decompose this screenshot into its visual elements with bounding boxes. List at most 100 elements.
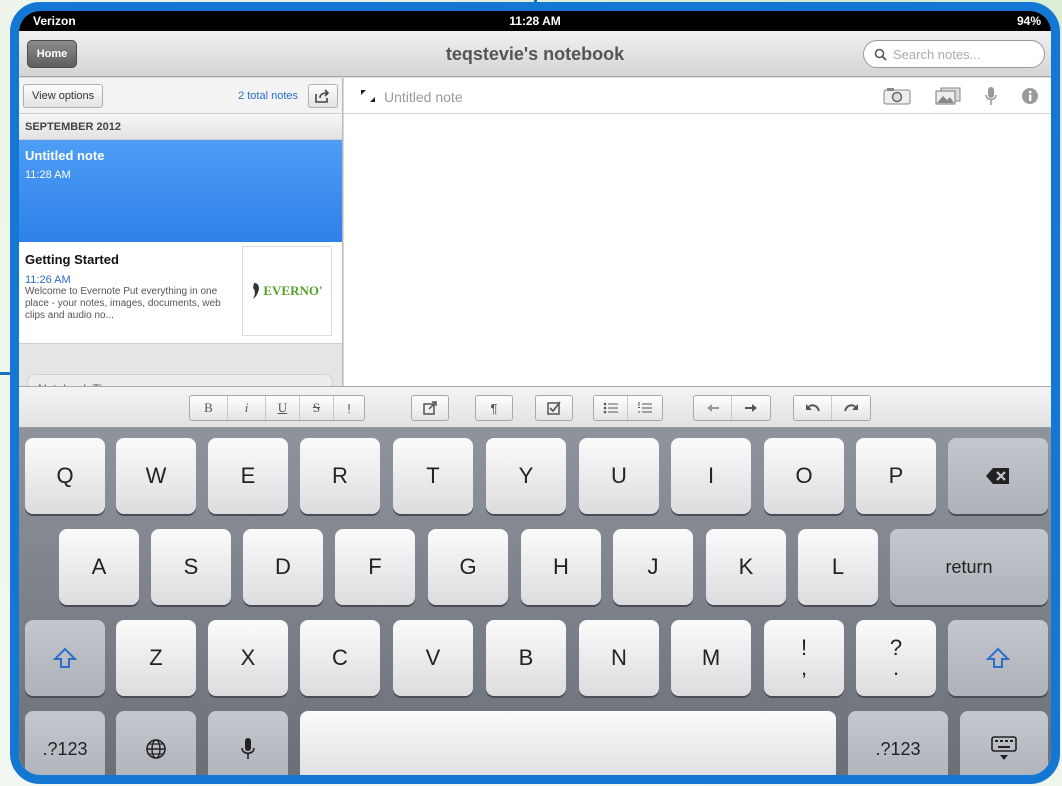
key-b[interactable]: B	[486, 620, 566, 696]
strikethrough-button[interactable]: S	[300, 396, 334, 420]
key-d[interactable]: D	[243, 529, 323, 605]
formatting-toolbar: B i U S ! ¶	[19, 386, 1051, 428]
key-o[interactable]: O	[764, 438, 844, 514]
microphone-icon[interactable]	[985, 86, 997, 106]
key-y[interactable]: Y	[486, 438, 566, 514]
note-snippet: Welcome to Evernote Put everything in on…	[25, 286, 221, 321]
key-a[interactable]: A	[59, 529, 139, 605]
key-u[interactable]: U	[579, 438, 659, 514]
bullet-list-icon	[603, 402, 618, 414]
key-r[interactable]: R	[300, 438, 380, 514]
undo-icon	[805, 404, 820, 412]
key-x[interactable]: X	[208, 620, 288, 696]
key-n[interactable]: N	[579, 620, 659, 696]
key-t[interactable]: T	[393, 438, 473, 514]
underline-button[interactable]: U	[266, 396, 300, 420]
evernote-logo-icon	[253, 283, 260, 299]
note-title-field[interactable]: Untitled note	[384, 89, 463, 105]
search-icon	[874, 48, 887, 61]
key-f[interactable]: F	[335, 529, 415, 605]
numbered-list-icon	[638, 402, 652, 413]
key-l[interactable]: L	[798, 529, 878, 605]
indent-button[interactable]	[732, 396, 770, 420]
link-out-icon	[423, 401, 437, 415]
key-z[interactable]: Z	[116, 620, 196, 696]
notebook-tips-item[interactable]: Notebook Tips	[27, 374, 333, 386]
key-q[interactable]: Q	[25, 438, 105, 514]
note-time: 11:26 AM	[25, 274, 71, 286]
dismiss-keyboard-key[interactable]	[960, 711, 1048, 775]
key-j[interactable]: J	[613, 529, 693, 605]
key-exclaim-comma[interactable]: ! ,	[764, 620, 844, 696]
search-placeholder: Search notes...	[893, 46, 981, 62]
device-frame: Verizon 11:28 AM 94% Home teqstevie's no…	[10, 2, 1060, 784]
shift-key-right[interactable]	[948, 620, 1048, 696]
note-title: Untitled note	[25, 148, 105, 163]
numbers-key-left[interactable]: .?123	[25, 711, 105, 775]
note-title: Getting Started	[25, 252, 119, 267]
search-input[interactable]: Search notes...	[863, 40, 1045, 68]
highlight-button[interactable]: !	[334, 396, 364, 420]
key-k[interactable]: K	[706, 529, 786, 605]
editor-actions	[883, 86, 1039, 106]
key-i[interactable]: I	[671, 438, 751, 514]
globe-key[interactable]	[116, 711, 196, 775]
bold-button[interactable]: B	[190, 396, 228, 420]
share-button[interactable]	[308, 84, 338, 108]
shift-key-left[interactable]	[25, 620, 105, 696]
microphone-icon	[241, 738, 255, 759]
redo-button[interactable]	[832, 396, 870, 420]
key-p[interactable]: P	[856, 438, 936, 514]
key-w[interactable]: W	[116, 438, 196, 514]
backspace-icon	[986, 468, 1009, 484]
notes-sidebar: View options 2 total notes SEPTEMBER 201…	[19, 78, 343, 386]
info-icon[interactable]	[1021, 87, 1039, 105]
undo-button[interactable]	[794, 396, 832, 420]
key-v[interactable]: V	[393, 620, 473, 696]
italic-button[interactable]: i	[228, 396, 266, 420]
view-options-button[interactable]: View options	[23, 84, 104, 108]
shift-icon	[53, 647, 77, 668]
return-key[interactable]: return	[890, 529, 1048, 605]
arrow-right-icon	[745, 404, 757, 412]
photo-library-icon[interactable]	[935, 87, 961, 105]
key-e[interactable]: E	[208, 438, 288, 514]
checkbox-group	[535, 395, 573, 421]
text-style-group: B i U S !	[189, 395, 365, 421]
key-m[interactable]: M	[671, 620, 751, 696]
editor-toolbar: Untitled note	[344, 78, 1051, 114]
expand-icon[interactable]	[360, 89, 376, 103]
camera-icon[interactable]	[883, 87, 911, 105]
space-key[interactable]	[300, 711, 836, 775]
paragraph-group: ¶	[475, 395, 513, 421]
paragraph-button[interactable]: ¶	[476, 396, 512, 420]
status-bar: Verizon 11:28 AM 94%	[19, 11, 1051, 31]
keyboard-dismiss-icon	[991, 736, 1017, 760]
key-bottom-char: .	[892, 655, 900, 680]
outdent-button[interactable]	[694, 396, 732, 420]
indent-group	[693, 395, 771, 421]
dictation-key[interactable]	[208, 711, 288, 775]
checkbox-icon	[547, 401, 561, 415]
backspace-key[interactable]	[948, 438, 1048, 514]
link-group	[411, 395, 449, 421]
key-bottom-char: ,	[800, 655, 808, 680]
key-c[interactable]: C	[300, 620, 380, 696]
thumbnail-text: EVERNO'	[263, 283, 323, 298]
key-s[interactable]: S	[151, 529, 231, 605]
key-h[interactable]: H	[521, 529, 601, 605]
key-question-period[interactable]: ? .	[856, 620, 936, 696]
list-item[interactable]: Getting Started 11:26 AM Welcome to Ever…	[19, 242, 342, 344]
numbers-key-right[interactable]: .?123	[848, 711, 948, 775]
checkbox-button[interactable]	[536, 396, 572, 420]
list-item[interactable]: Untitled note 11:28 AM	[19, 140, 342, 242]
note-editor[interactable]: Untitled note	[344, 78, 1051, 386]
link-button[interactable]	[412, 396, 448, 420]
undo-redo-group	[793, 395, 871, 421]
bullet-list-button[interactable]	[594, 396, 628, 420]
numbered-list-button[interactable]	[628, 396, 662, 420]
onscreen-keyboard: Q W E R T Y U I O P A S D F G H J K L re…	[19, 428, 1051, 775]
key-g[interactable]: G	[428, 529, 508, 605]
list-group	[593, 395, 663, 421]
note-thumbnail: EVERNO'	[242, 246, 332, 336]
